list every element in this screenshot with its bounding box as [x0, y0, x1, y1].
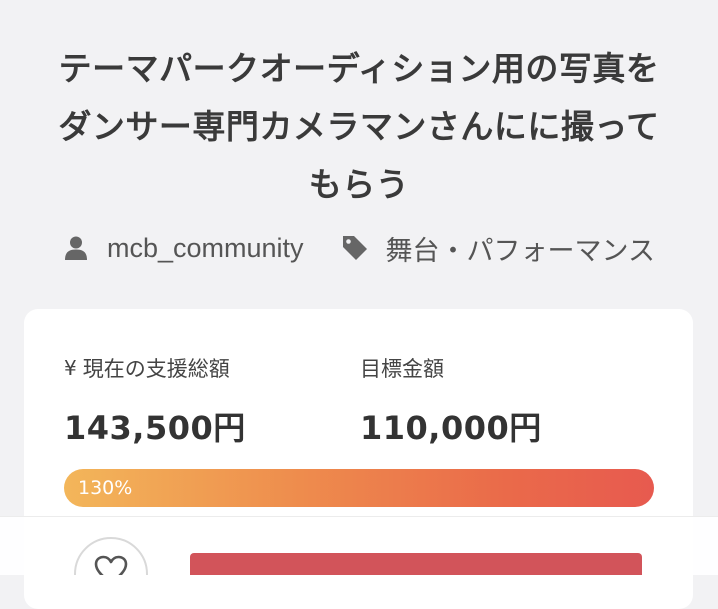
goal-funding: 目標金額 110,000円 [360, 353, 542, 449]
project-title-line-1: テーマパークオーディション用の写真を [58, 49, 660, 88]
progress-percent: 130% [78, 477, 133, 499]
user-icon [63, 235, 89, 261]
heart-icon [94, 555, 128, 575]
current-funding: ¥ 現在の支援総額 143,500円 [64, 353, 246, 449]
goal-funding-amount: 110,000円 [360, 409, 542, 447]
author-name: mcb_community [106, 232, 304, 263]
category-link[interactable]: 舞台・パフォーマンス [342, 229, 655, 268]
yen-icon: ¥ [64, 356, 77, 380]
author-link[interactable]: mcb_community [63, 233, 304, 264]
bottom-action-bar [0, 516, 718, 575]
support-button[interactable] [190, 553, 642, 575]
goal-funding-label: 目標金額 [360, 357, 444, 381]
project-title-line-2: ダンサー専門カメラマンさんにに撮って [58, 107, 660, 146]
like-button[interactable] [74, 537, 148, 575]
current-funding-label-row: ¥ 現在の支援総額 [64, 353, 246, 383]
project-meta: mcb_community 舞台・パフォーマンス [0, 228, 718, 268]
project-title-line-3: もらう [308, 165, 410, 204]
progress-bar: 130% [64, 469, 654, 507]
current-funding-label: 現在の支援総額 [82, 357, 230, 381]
project-page: テーマパークオーディション用の写真を ダンサー専門カメラマンさんにに撮って もら… [0, 0, 718, 609]
category-name: 舞台・パフォーマンス [385, 235, 656, 266]
project-title: テーマパークオーディション用の写真を ダンサー専門カメラマンさんにに撮って もら… [20, 40, 698, 214]
current-funding-amount: 143,500円 [64, 409, 246, 447]
tag-icon [342, 235, 368, 261]
